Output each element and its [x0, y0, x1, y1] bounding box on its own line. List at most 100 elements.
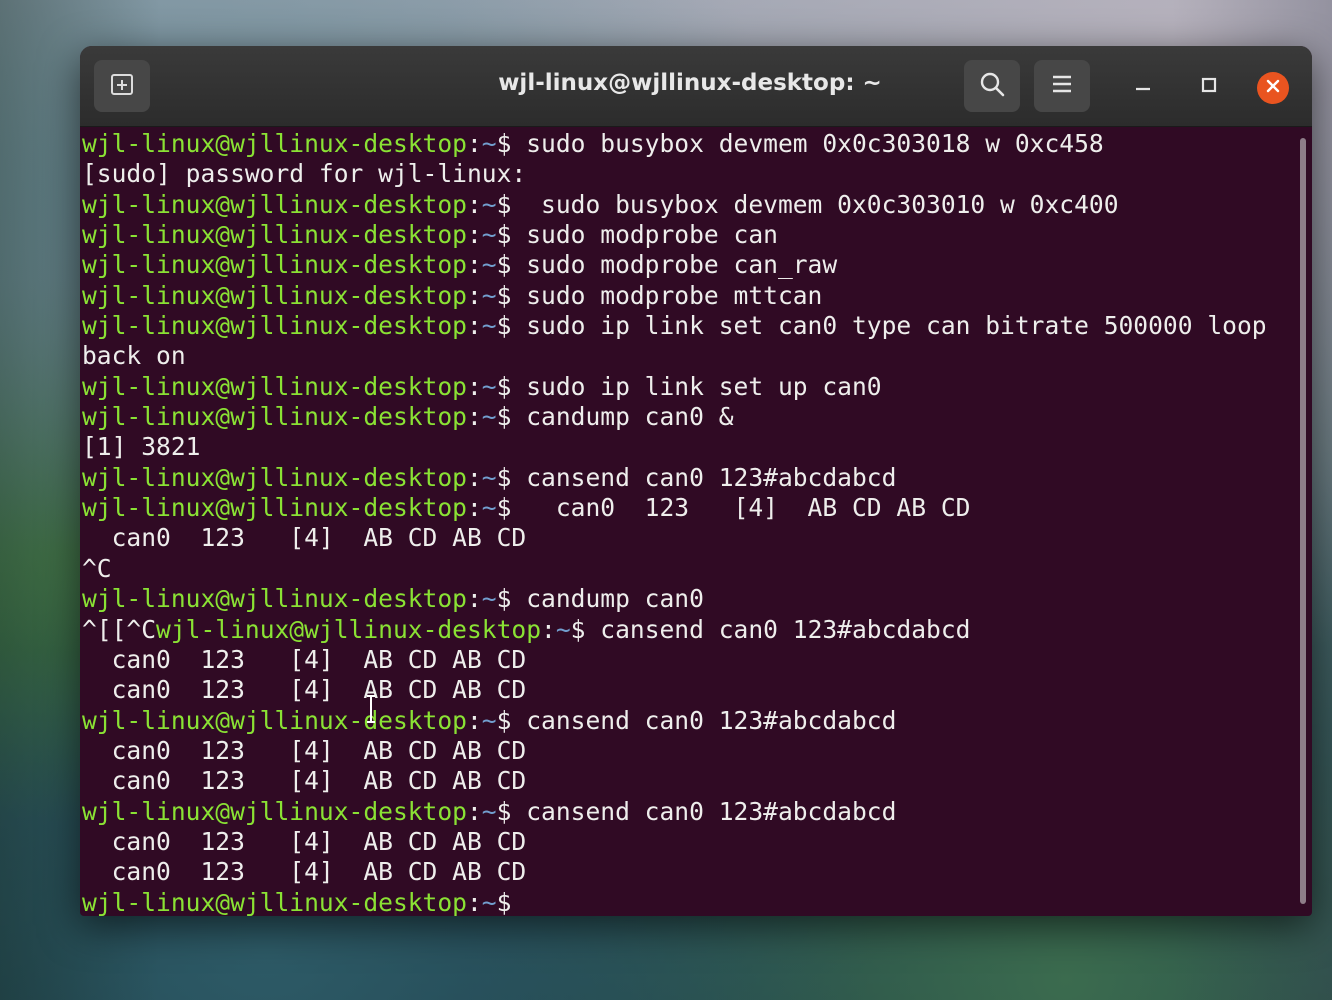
output-line: can0 123 [4] AB CD AB CD [82, 827, 1298, 857]
prompt-line: wjl-linux@wjllinux-desktop:~$ sudo busyb… [82, 190, 1298, 220]
prompt-user-host: wjl-linux@wjllinux-desktop [82, 887, 467, 916]
search-icon [978, 70, 1006, 102]
prompt-line: wjl-linux@wjllinux-desktop:~$ cansend ca… [82, 706, 1298, 736]
command-text: candump can0 & [511, 402, 734, 432]
prompt-symbol: $ [496, 705, 512, 735]
prompt-user-host: wjl-linux@wjllinux-desktop [82, 493, 467, 523]
prompt-path: ~ [481, 250, 497, 280]
hamburger-menu-icon [1050, 73, 1074, 99]
prompt-path: ~ [481, 129, 497, 158]
prompt-symbol: $ [496, 189, 512, 219]
prompt-colon: : [466, 280, 482, 310]
prompt-colon: : [466, 462, 482, 492]
maximize-button[interactable] [1192, 70, 1226, 104]
prompt-line: wjl-linux@wjllinux-desktop:~$ cansend ca… [82, 463, 1298, 493]
prompt-user-host: wjl-linux@wjllinux-desktop [82, 705, 467, 735]
output-line: can0 123 [4] AB CD AB CD [82, 645, 1298, 675]
command-text: cansend can0 123#abcdabcd [511, 705, 897, 735]
output-text: back on [82, 341, 186, 371]
output-text: can0 123 [4] AB CD AB CD [82, 857, 527, 887]
command-text: sudo modprobe can_raw [511, 250, 838, 280]
prompt-symbol: $ [496, 493, 512, 523]
prompt-path: ~ [481, 462, 497, 492]
output-line: can0 123 [4] AB CD AB CD [82, 675, 1298, 705]
scrollbar[interactable] [1300, 138, 1306, 904]
prompt-symbol: $ [496, 129, 512, 158]
output-text: can0 123 [4] AB CD AB CD [82, 826, 527, 856]
output-line: [sudo] password for wjl-linux: [82, 159, 1298, 189]
prompt-path: ~ [481, 189, 497, 219]
prompt-path: ~ [481, 220, 497, 250]
new-tab-icon [109, 71, 135, 101]
prompt-line: wjl-linux@wjllinux-desktop:~$ sudo ip li… [82, 372, 1298, 402]
prompt-colon: : [466, 887, 482, 916]
close-button[interactable] [1257, 72, 1289, 104]
output-text: can0 123 [4] AB CD AB CD [82, 523, 527, 553]
terminal-output[interactable]: wjl-linux@wjllinux-desktop:~$ sudo busyb… [80, 127, 1298, 916]
prompt-path: ~ [481, 887, 497, 916]
prompt-user-host: wjl-linux@wjllinux-desktop [82, 402, 467, 432]
prompt-path: ~ [481, 705, 497, 735]
prompt-path: ~ [481, 280, 497, 310]
prompt-user-host: wjl-linux@wjllinux-desktop [82, 129, 467, 158]
prompt-user-host: wjl-linux@wjllinux-desktop [156, 614, 542, 644]
prompt-path: ~ [481, 371, 497, 401]
output-text: can0 123 [4] AB CD AB CD [82, 735, 527, 765]
terminal-window[interactable]: wjl-linux@wjllinux-desktop: ~ wjl-linux@… [80, 46, 1312, 916]
command-text: sudo busybox devmem 0x0c303010 w 0xc400 [511, 189, 1119, 219]
minimize-button[interactable] [1126, 70, 1160, 104]
output-line: [1] 3821 [82, 432, 1298, 462]
window-title: wjl-linux@wjllinux-desktop: ~ [498, 70, 882, 96]
prompt-path: ~ [481, 311, 497, 341]
title-bar[interactable]: wjl-linux@wjllinux-desktop: ~ [80, 46, 1312, 127]
prompt-colon: : [466, 250, 482, 280]
search-button[interactable] [964, 60, 1020, 112]
prompt-colon: : [466, 129, 482, 158]
prompt-user-host: wjl-linux@wjllinux-desktop [82, 220, 467, 250]
command-text: cansend can0 123#abcdabcd [511, 796, 897, 826]
prompt-line: wjl-linux@wjllinux-desktop:~$ candump ca… [82, 584, 1298, 614]
prompt-user-host: wjl-linux@wjllinux-desktop [82, 250, 467, 280]
prompt-path: ~ [481, 493, 497, 523]
prompt-symbol: $ [496, 402, 512, 432]
command-text: sudo busybox devmem 0x0c303018 w 0xc458 [511, 129, 1104, 158]
minimize-icon [1134, 76, 1152, 98]
command-text: can0 123 [4] AB CD AB CD [511, 493, 971, 523]
prompt-line: wjl-linux@wjllinux-desktop:~$ sudo modpr… [82, 281, 1298, 311]
command-text: sudo ip link set up can0 [511, 371, 882, 401]
prompt-colon: : [466, 584, 482, 614]
prompt-line: wjl-linux@wjllinux-desktop:~$ sudo ip li… [82, 311, 1298, 341]
output-line: can0 123 [4] AB CD AB CD [82, 523, 1298, 553]
prompt-colon: : [466, 493, 482, 523]
prompt-user-host: wjl-linux@wjllinux-desktop [82, 796, 467, 826]
prompt-line: wjl-linux@wjllinux-desktop:~$ cansend ca… [82, 797, 1298, 827]
close-icon [1265, 78, 1281, 98]
output-line: ^C [82, 554, 1298, 584]
command-text: sudo modprobe can [511, 220, 778, 250]
prompt-symbol: $ [496, 250, 512, 280]
prompt-user-host: wjl-linux@wjllinux-desktop [82, 280, 467, 310]
prompt-colon: : [466, 189, 482, 219]
prompt-symbol: $ [496, 280, 512, 310]
output-line: can0 123 [4] AB CD AB CD [82, 766, 1298, 796]
output-text: ^C [82, 553, 112, 583]
command-text: sudo modprobe mttcan [511, 280, 823, 310]
prompt-colon: : [466, 796, 482, 826]
new-tab-button[interactable] [94, 60, 150, 112]
prompt-line: wjl-linux@wjllinux-desktop:~$ candump ca… [82, 402, 1298, 432]
output-text: [1] 3821 [82, 432, 201, 462]
prompt-line: wjl-linux@wjllinux-desktop:~$ sudo busyb… [82, 129, 1298, 159]
prompt-symbol: $ [496, 220, 512, 250]
maximize-icon [1200, 76, 1218, 98]
prompt-path: ~ [481, 796, 497, 826]
prompt-symbol: $ [496, 796, 512, 826]
output-text: [sudo] password for wjl-linux: [82, 159, 527, 189]
prompt-colon: : [466, 311, 482, 341]
prompt-line: wjl-linux@wjllinux-desktop:~$ [82, 888, 1298, 916]
prompt-colon: : [541, 614, 556, 644]
prompt-path: ~ [555, 614, 571, 644]
menu-button[interactable] [1034, 60, 1090, 112]
prompt-colon: : [466, 705, 482, 735]
prompt-line: wjl-linux@wjllinux-desktop:~$ sudo modpr… [82, 250, 1298, 280]
prompt-line: wjl-linux@wjllinux-desktop:~$ can0 123 [… [82, 493, 1298, 523]
